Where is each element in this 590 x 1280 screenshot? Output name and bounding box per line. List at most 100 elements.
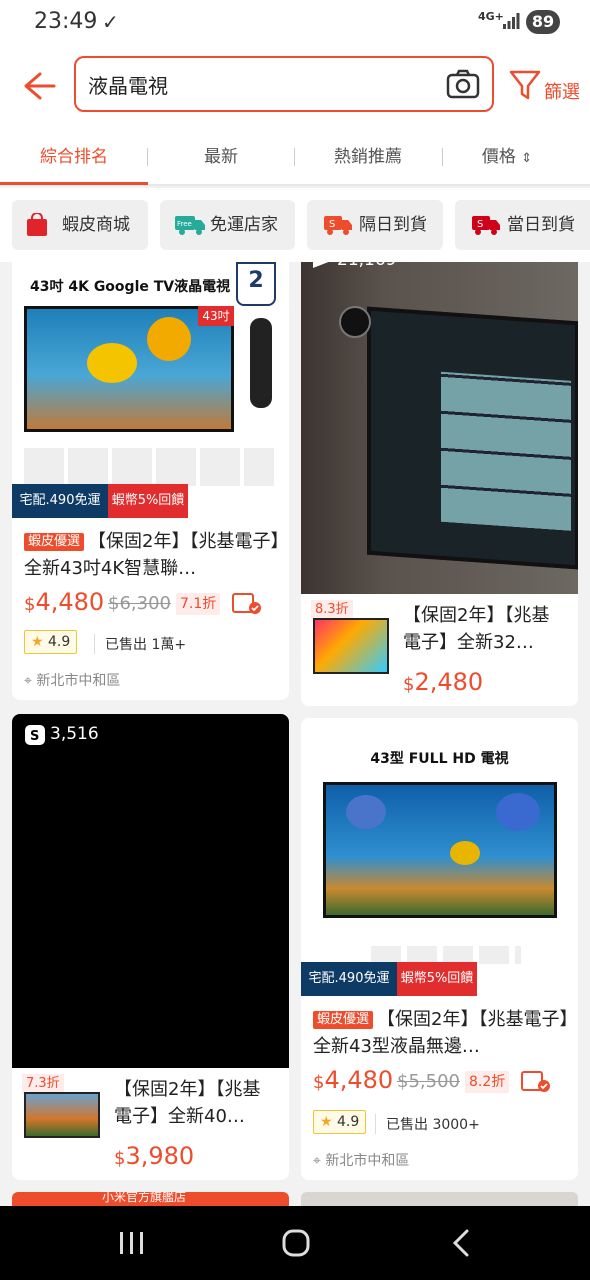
product-card[interactable]: 21,169 8.3折 【保固2年】【兆基電子】全新32… $2,480 (301, 262, 578, 706)
currency-symbol: $ (24, 594, 36, 615)
tv-screen-image (367, 306, 578, 570)
shipping-promo: 宅配.490免運 (301, 962, 397, 996)
tab-relevance[interactable]: 綜合排名 (0, 128, 148, 186)
chip-same-day[interactable]: S 當日到貨 (455, 200, 590, 250)
rating-value: 4.9 (337, 1114, 360, 1130)
system-navigation-bar (0, 1206, 590, 1280)
product-card[interactable]: 43吋 4K Google TV液晶電視 2 43吋 宅配.490免運 蝦幣5%… (12, 262, 289, 700)
delivery-truck-icon: S (324, 216, 352, 235)
seller-location: ⌖ 新北市中和區 (24, 670, 120, 690)
video-play-icon: S (25, 725, 45, 745)
star-icon: ★ (320, 1114, 333, 1130)
active-tab-indicator (0, 182, 148, 185)
svg-text:S: S (329, 219, 335, 230)
product-video-thumbnail: 21,169 (301, 262, 578, 594)
location-text: 新北市中和區 (36, 673, 121, 689)
product-price: $4,480 (24, 588, 104, 616)
tab-top-sales[interactable]: 熱銷推薦 (294, 128, 442, 186)
warranty-badge: 2 (236, 262, 276, 306)
search-bar[interactable] (74, 56, 494, 112)
coin-promo: 蝦幣5%回饋 (397, 962, 477, 996)
wall-clock-image (339, 306, 371, 338)
chip-next-day[interactable]: S 隔日到貨 (307, 200, 443, 250)
coupon-icon (232, 593, 261, 614)
discount-tag: 7.1折 (176, 593, 221, 615)
filter-icon (509, 70, 541, 100)
price-value: 4,480 (35, 588, 105, 616)
network-type: 4G+ (478, 10, 504, 23)
product-video-thumbnail: S 3,516 (12, 714, 289, 1068)
tab-latest[interactable]: 最新 (148, 128, 294, 186)
rating-badge: ★ 4.9 (313, 1110, 367, 1134)
back-nav-icon[interactable] (442, 1226, 482, 1260)
product-title-text: 【保固2年】【兆基電子】全新40… (114, 1079, 261, 1127)
star-icon: ★ (31, 634, 44, 650)
home-icon[interactable] (276, 1226, 316, 1260)
rating-badge: ★ 4.9 (24, 630, 78, 654)
product-image: 43吋 4K Google TV液晶電視 2 43吋 (12, 262, 289, 516)
currency-symbol: $ (403, 674, 415, 695)
coin-promo: 蝦幣5%回饋 (108, 484, 188, 518)
download-done-icon: ✓ (102, 10, 119, 34)
product-card[interactable]: S 3,516 7.3折 【保固2年】【兆基電子】全新40… $3,980 (12, 714, 289, 1180)
next-product-card[interactable]: 小米官方旗艦店 (12, 1192, 289, 1206)
price-value: 2,480 (414, 668, 484, 696)
product-title: 蝦皮優選 【保固2年】【兆基電子】全新43吋4K智慧聯… (24, 528, 282, 582)
product-title: 蝦皮優選 【保固2年】【兆基電子】全新43型液晶無邊… (313, 1006, 571, 1060)
size-tag: 43吋 (198, 306, 234, 326)
preferred-badge: 蝦皮優選 (313, 1011, 374, 1029)
search-header: 篩選 (0, 46, 590, 128)
image-headline: 43吋 4K Google TV液晶電視 (30, 279, 231, 295)
svg-text:Free: Free (177, 220, 192, 228)
chip-free-shipping[interactable]: Free 免運店家 (160, 200, 295, 250)
next-product-card[interactable] (301, 1192, 578, 1206)
location-pin-icon: ⌖ (313, 1153, 321, 1169)
price-value: 4,480 (324, 1066, 394, 1094)
tab-price-label: 價格 (481, 147, 516, 167)
discount-tag: 8.2折 (465, 1071, 510, 1093)
tab-price[interactable]: 價格 ⇕ (442, 128, 572, 186)
chip-shopee-mall[interactable]: 蝦皮商城 (12, 200, 148, 250)
coupon-icon (521, 1071, 550, 1092)
promo-strip: 宅配.490免運 蝦幣5%回饋 (12, 484, 289, 518)
location-pin-icon: ⌖ (24, 673, 32, 689)
back-arrow-icon[interactable] (18, 66, 58, 106)
preferred-badge: 蝦皮優選 (24, 533, 85, 551)
delivery-truck-icon: S (472, 216, 500, 235)
quick-filter-chips: 蝦皮商城 Free 免運店家 S 隔日到貨 S 當日到貨 (0, 188, 590, 262)
filter-label: 篩選 (544, 82, 580, 103)
remote-control-image (250, 318, 272, 408)
chip-label: 隔日到貨 (359, 215, 427, 235)
seller-location: ⌖ 新北市中和區 (313, 1150, 409, 1170)
image-headline: 43型 FULL HD 電視 (370, 751, 509, 767)
svg-text:S: S (30, 729, 39, 744)
view-count: 21,169 (337, 262, 396, 270)
discount-tag: 8.3折 (311, 600, 353, 620)
product-price: $2,480 (403, 668, 483, 696)
status-bar: 23:49 ✓ 4G+ 89 (0, 0, 590, 46)
chip-label: 蝦皮商城 (62, 215, 130, 235)
video-play-icon (313, 262, 329, 268)
promo-strip: 宅配.490免運 蝦幣5%回饋 (301, 962, 578, 996)
sort-tabs: 綜合排名 最新 熱銷推薦 價格 ⇕ (0, 128, 590, 186)
camera-icon[interactable] (446, 68, 480, 100)
currency-symbol: $ (313, 1072, 325, 1093)
rating-value: 4.9 (48, 634, 71, 650)
product-image: 43型 FULL HD 電視 (301, 718, 578, 980)
search-input[interactable] (88, 66, 428, 102)
view-count: 3,516 (50, 724, 99, 744)
recent-apps-icon[interactable] (112, 1226, 152, 1260)
original-price: $6,300 (108, 593, 171, 614)
product-thumbnail (24, 1092, 100, 1138)
sold-count: 已售出 3000+ (375, 1114, 480, 1134)
feature-logos (24, 448, 274, 486)
product-card[interactable]: 43型 FULL HD 電視 宅配.490免運 蝦幣5%回饋 蝦皮優選 【保固2年… (301, 718, 578, 1180)
store-banner: 小米官方旗艦店 (102, 1192, 187, 1204)
filter-button[interactable]: 篩選 (506, 66, 586, 106)
product-price: $4,480 (313, 1066, 393, 1094)
clock: 23:49 (34, 9, 98, 34)
chip-label: 當日到貨 (507, 215, 575, 235)
product-title-text: 【保固2年】【兆基電子】全新32… (403, 605, 550, 653)
product-price: $3,980 (114, 1142, 194, 1170)
product-thumbnail (313, 618, 389, 674)
